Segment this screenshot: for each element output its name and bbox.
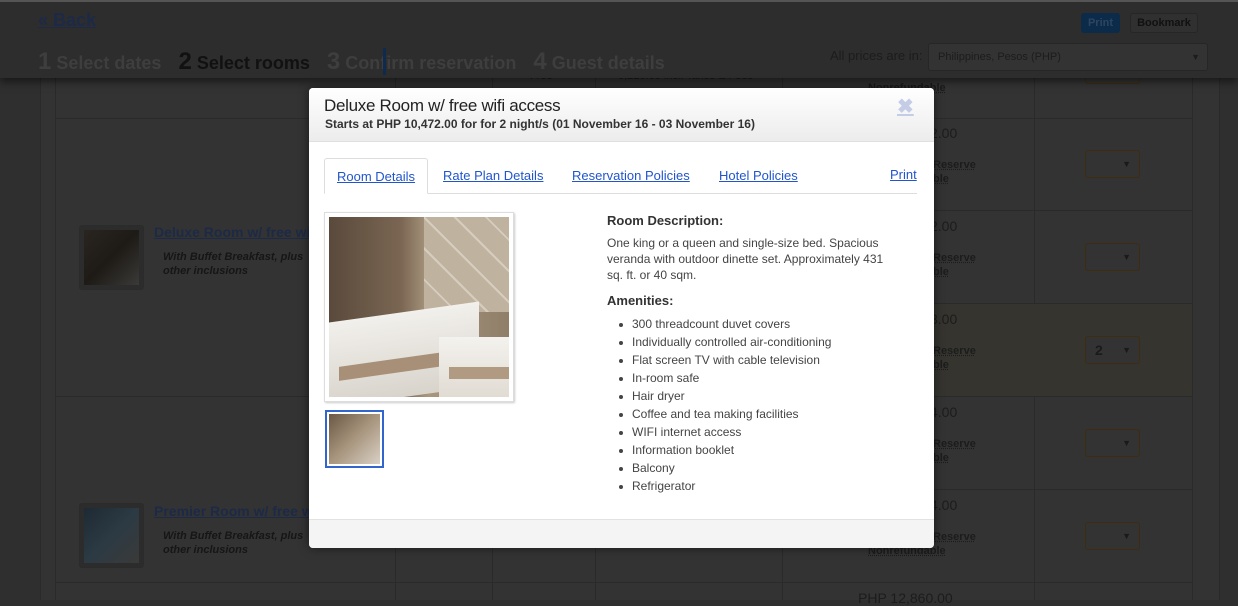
room-thumbnail[interactable] bbox=[79, 503, 144, 568]
quantity-select[interactable]: 2 ▼ bbox=[1085, 336, 1140, 364]
dropdown-arrow-icon: ▼ bbox=[1122, 252, 1131, 262]
tab-room-details[interactable]: Room Details bbox=[324, 158, 429, 194]
modal-print-link[interactable]: Print bbox=[890, 167, 917, 182]
amenity-item: Refrigerator bbox=[607, 477, 831, 495]
nonrefundable-link[interactable]: ble bbox=[933, 452, 949, 464]
back-link[interactable]: « Back bbox=[38, 10, 96, 31]
room-description-heading: Room Description: bbox=[607, 213, 724, 228]
dropdown-arrow-icon: ▼ bbox=[1122, 345, 1131, 355]
tab-rate-plan-details[interactable]: Rate Plan Details bbox=[443, 158, 543, 194]
divider bbox=[1192, 78, 1193, 600]
reserve-link[interactable]: Reserve bbox=[933, 252, 976, 264]
room-main-photo bbox=[324, 212, 514, 402]
quantity-value: 2 bbox=[1095, 342, 1103, 358]
quantity-select[interactable]: ▼ bbox=[1085, 429, 1140, 457]
dropdown-arrow-icon: ▼ bbox=[1122, 438, 1131, 448]
modal-subtitle: Starts at PHP 10,472.00 for for 2 night/… bbox=[325, 117, 755, 131]
amenities-heading: Amenities: bbox=[607, 293, 674, 308]
quantity-select[interactable]: ▼ bbox=[1085, 150, 1140, 178]
amenity-item: Flat screen TV with cable television bbox=[607, 351, 831, 369]
room-details-modal: Deluxe Room w/ free wifi access Starts a… bbox=[309, 88, 934, 548]
modal-footer bbox=[309, 519, 934, 548]
step-1: 1 Select dates bbox=[38, 48, 162, 75]
divider bbox=[55, 78, 56, 600]
step-indicator: 1 Select dates 2 Select rooms 3 Confirm … bbox=[38, 48, 677, 76]
nonrefundable-link[interactable]: ble bbox=[933, 359, 949, 371]
close-icon[interactable]: ✖ bbox=[897, 94, 914, 119]
amenities-list: 300 threadcount duvet covers Individually… bbox=[607, 315, 831, 495]
room-description: One king or a queen and single-size bed.… bbox=[607, 236, 884, 282]
amenity-item: Information booklet bbox=[607, 441, 831, 459]
tab-hotel-policies[interactable]: Hotel Policies bbox=[719, 158, 798, 194]
currency-value: Philippines, Pesos (PHP) bbox=[938, 51, 1061, 63]
rate-price: 3.00 bbox=[930, 311, 958, 327]
amenity-item: Balcony bbox=[607, 459, 831, 477]
room-inclusions: With Buffet Breakfast, plus other inclus… bbox=[163, 251, 304, 277]
step-4: 4 Guest details bbox=[533, 48, 665, 75]
rate-price: 4.00 bbox=[930, 497, 958, 513]
rate-price: 2.00 bbox=[930, 218, 958, 234]
dropdown-arrow-icon: ▼ bbox=[1191, 52, 1200, 62]
reserve-link[interactable]: Reserve bbox=[933, 438, 976, 450]
photo-thumbnail[interactable] bbox=[325, 410, 384, 468]
rate-price: PHP 12,860.00 bbox=[858, 590, 953, 606]
step-3: 3 Confirm reservation bbox=[326, 48, 517, 75]
modal-title: Deluxe Room w/ free wifi access bbox=[324, 96, 561, 115]
step-2: 2 Select rooms bbox=[178, 48, 310, 75]
nonrefundable-link[interactable]: ble bbox=[933, 173, 949, 185]
tab-reservation-policies[interactable]: Reservation Policies bbox=[572, 158, 690, 194]
nonrefundable-link[interactable]: ble bbox=[933, 266, 949, 278]
quantity-select[interactable]: ▼ bbox=[1085, 522, 1140, 550]
dropdown-arrow-icon: ▼ bbox=[1122, 159, 1131, 169]
amenity-item: WIFI internet access bbox=[607, 423, 831, 441]
currency-label: All prices are in: bbox=[830, 48, 923, 63]
dropdown-arrow-icon: ▼ bbox=[1122, 531, 1131, 541]
room-thumbnail[interactable] bbox=[79, 225, 144, 290]
room-inclusions: With Buffet Breakfast, plus other inclus… bbox=[163, 530, 304, 556]
rate-price: 4.00 bbox=[930, 404, 958, 420]
currency-select[interactable]: Philippines, Pesos (PHP) ▼ bbox=[928, 43, 1208, 71]
reserve-link[interactable]: Reserve bbox=[933, 159, 976, 171]
rate-price: 2.00 bbox=[930, 125, 958, 141]
modal-tabs: Room Details Rate Plan Details Reservati… bbox=[324, 158, 917, 194]
bookmark-button[interactable]: Bookmark bbox=[1130, 13, 1198, 33]
reserve-link[interactable]: Reserve bbox=[933, 345, 976, 357]
divider bbox=[55, 582, 1192, 583]
print-button[interactable]: Print bbox=[1081, 13, 1120, 33]
amenity-item: Coffee and tea making facilities bbox=[607, 405, 831, 423]
text-cursor bbox=[383, 48, 386, 75]
amenity-item: 300 threadcount duvet covers bbox=[607, 315, 831, 333]
quantity-select[interactable]: ▼ bbox=[1085, 243, 1140, 271]
amenity-item: Individually controlled air-conditioning bbox=[607, 333, 831, 351]
amenity-item: Hair dryer bbox=[607, 387, 831, 405]
amenity-item: In-room safe bbox=[607, 369, 831, 387]
reserve-link[interactable]: Reserve bbox=[933, 531, 976, 543]
